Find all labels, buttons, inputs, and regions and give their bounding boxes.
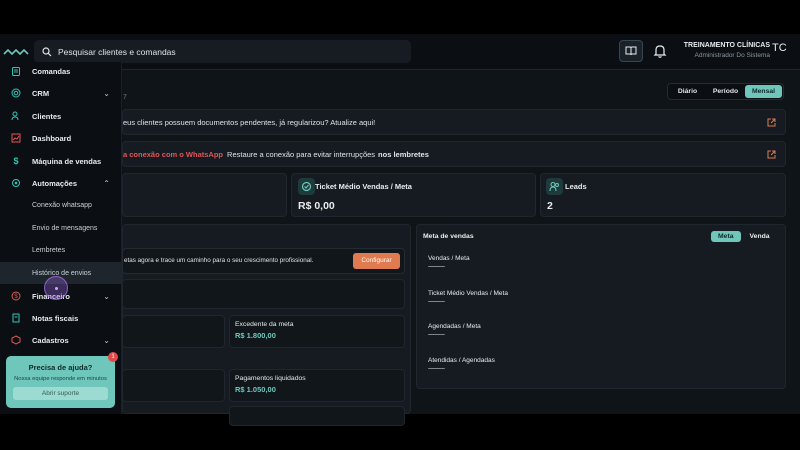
sidebar-item-label: Comandas xyxy=(32,66,71,76)
help-subtitle: Nossa equipe responde em minutos xyxy=(14,376,107,382)
meta-row-value: ----------- xyxy=(428,332,445,338)
search-icon xyxy=(42,46,52,56)
meta-vendas-title: Meta de vendas xyxy=(423,233,474,240)
user-name: TREINAMENTO CLÍNICAS xyxy=(683,42,770,49)
sidebar-item-clientes[interactable]: Clientes xyxy=(0,105,122,127)
users-icon xyxy=(10,110,22,122)
chevron-down-icon: ⌄ xyxy=(103,291,110,301)
dollar-icon: $ xyxy=(13,156,19,166)
meta-row-label: Ticket Médio Vendas / Meta xyxy=(428,290,508,297)
meta-row-label: Agendadas / Meta xyxy=(428,323,481,330)
logo-icon xyxy=(3,48,29,56)
kpi-ticket-title: Ticket Médio Vendas / Meta xyxy=(315,182,412,191)
meta-row-label: Atendidas / Agendadas xyxy=(428,357,495,364)
chevron-down-icon: ⌄ xyxy=(103,335,110,345)
period-monthly[interactable]: Mensal xyxy=(745,85,782,98)
bell-icon[interactable] xyxy=(653,43,667,59)
sidebar-item-label: CRM xyxy=(32,88,50,98)
sidebar-subitem-envio-de-mensagens[interactable]: Envio de mensagens xyxy=(0,217,122,239)
documents-alert-text: eus clientes possuem documentos pendente… xyxy=(123,117,376,127)
small-card-hidden-2 xyxy=(122,369,225,402)
whatsapp-alert-prefix: a conexão com o WhatsApp xyxy=(123,149,224,159)
money-icon: $ xyxy=(10,290,22,302)
sidebar-item-cadastros[interactable]: Cadastros ⌄ xyxy=(0,329,122,351)
period-toggle: Diário Período Mensal xyxy=(667,83,784,100)
book-icon xyxy=(625,46,637,56)
small-card-excedente-title: Excedente da meta xyxy=(235,321,294,328)
clipboard-icon xyxy=(10,65,22,77)
small-card-liquidados-value: R$ 1.050,00 xyxy=(235,385,276,394)
meta-row-value: ----------- xyxy=(428,299,445,305)
sidebar-subitem-lembretes[interactable]: Lembretes xyxy=(0,239,122,261)
box-icon xyxy=(10,334,22,346)
documents-alert[interactable]: eus clientes possuem documentos pendente… xyxy=(122,109,786,135)
kpi-card-hidden xyxy=(122,173,287,217)
user-role: Administrador Do Sistema xyxy=(694,52,771,59)
meta-row-value: ----------- xyxy=(428,264,445,270)
target-icon xyxy=(10,87,22,99)
chart-icon xyxy=(10,132,22,144)
chevron-up-icon: ⌃ xyxy=(103,178,110,188)
whatsapp-alert-bold: nos lembretes xyxy=(378,149,429,159)
meta-row-value: ----------- xyxy=(428,366,445,372)
sidebar-item-label: Clientes xyxy=(32,111,62,121)
sidebar-item-label: Dashboard xyxy=(32,133,72,143)
sidebar-item-automacoes[interactable]: Automações ⌃ xyxy=(0,172,122,194)
sidebar-item-maquina-de-vendas[interactable]: $ Máquina de vendas xyxy=(0,150,122,172)
small-card-excedente-value: R$ 1.800,00 xyxy=(235,331,276,340)
avatar[interactable]: TC xyxy=(772,42,787,54)
meta-row-label: Vendas / Meta xyxy=(428,255,470,262)
open-support-button[interactable]: Abrir suporte xyxy=(13,387,108,400)
toggle-venda[interactable]: Venda xyxy=(743,231,777,242)
configure-button[interactable]: Configurar xyxy=(353,253,400,269)
kpi-card-leads xyxy=(540,173,786,217)
sidebar-subitem-conexao-whatsapp[interactable]: Conexão whatsapp xyxy=(0,194,122,216)
period-daily[interactable]: Diário xyxy=(669,85,706,98)
meta-venda-toggle: Meta Venda xyxy=(711,231,777,242)
toggle-meta[interactable]: Meta xyxy=(711,231,741,242)
leads-icon xyxy=(546,178,563,195)
pointer-cursor xyxy=(44,276,68,300)
book-button[interactable] xyxy=(619,40,643,62)
chevron-down-icon: ⌄ xyxy=(103,88,110,98)
small-card-liquidados-title: Pagamentos liquidados xyxy=(235,375,306,382)
sidebar-item-notas-fiscais[interactable]: Notas fiscais xyxy=(0,307,122,329)
sidebar-item-label: Cadastros xyxy=(32,335,69,345)
goals-cta-text: etas agora e trace um caminho para o seu… xyxy=(124,257,314,264)
goals-row-empty xyxy=(122,279,405,309)
sidebar-item-comandas[interactable]: Comandas xyxy=(0,60,122,82)
sidebar-item-crm[interactable]: CRM ⌄ xyxy=(0,82,122,104)
date-fragment: 7 xyxy=(123,94,127,101)
user-info[interactable]: TREINAMENTO CLÍNICAS Administrador Do Si… xyxy=(678,42,770,59)
whatsapp-alert[interactable]: a conexão com o WhatsApp Restaure a cone… xyxy=(122,141,786,167)
help-card: Precisa de ajuda? Nossa equipe responde … xyxy=(6,356,115,408)
help-title: Precisa de ajuda? xyxy=(28,363,93,372)
ticket-icon xyxy=(298,178,315,195)
cog-icon xyxy=(10,177,22,189)
kpi-leads-value: 2 xyxy=(547,200,553,212)
period-range[interactable]: Período xyxy=(707,85,744,98)
kpi-ticket-value: R$ 0,00 xyxy=(298,200,335,212)
external-link-icon[interactable] xyxy=(767,150,776,159)
receipt-icon xyxy=(10,312,22,324)
whatsapp-alert-text: Restaure a conexão para evitar interrupç… xyxy=(227,149,376,159)
small-card-hidden-1 xyxy=(122,315,225,348)
small-card-vencidos xyxy=(229,406,405,426)
sidebar-item-label: Máquina de vendas xyxy=(32,156,102,166)
search-input[interactable] xyxy=(58,46,398,57)
sidebar-item-dashboard[interactable]: Dashboard xyxy=(0,127,122,149)
external-link-icon[interactable] xyxy=(767,118,776,127)
meta-vendas-panel xyxy=(416,224,786,389)
sidebar-item-label: Automações xyxy=(32,178,78,188)
help-badge: 1 xyxy=(108,352,118,362)
kpi-leads-title: Leads xyxy=(565,182,587,191)
sidebar-item-label: Notas fiscais xyxy=(32,313,79,323)
